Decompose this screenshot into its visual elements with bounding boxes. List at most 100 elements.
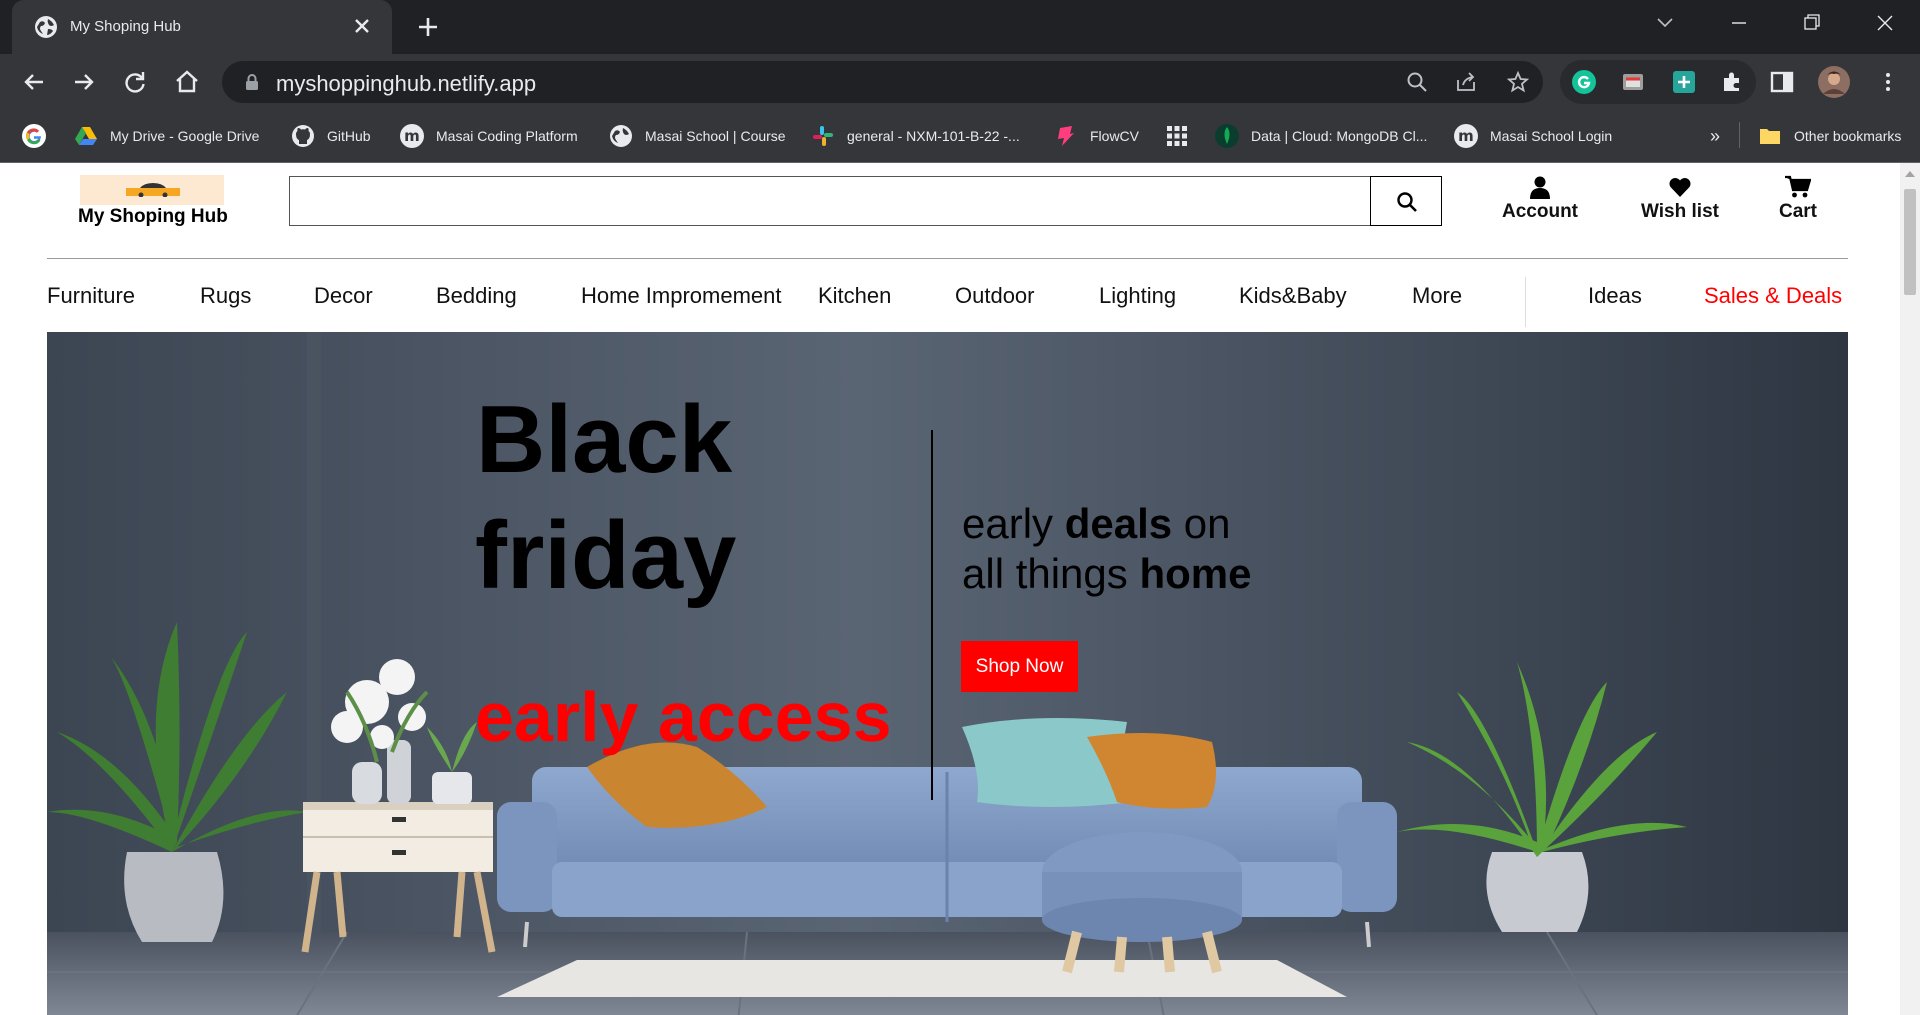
google-drive-icon (75, 127, 97, 145)
nav-sales-deals[interactable]: Sales & Deals (1704, 283, 1842, 309)
forward-icon[interactable] (68, 66, 100, 98)
zoom-search-icon[interactable] (1405, 70, 1429, 94)
avatar[interactable] (1818, 66, 1850, 98)
nav-bedding[interactable]: Bedding (436, 283, 517, 309)
share-icon[interactable] (1454, 70, 1478, 94)
hero-sub-text: early (962, 500, 1065, 547)
shop-now-button[interactable]: Shop Now (961, 641, 1078, 692)
extensions-group (1560, 60, 1756, 104)
nav-kitchen[interactable]: Kitchen (818, 283, 891, 309)
overflow-chevron-icon: » (1710, 125, 1721, 146)
bookmark-slack[interactable]: general - NXM-101-B-22 -... (811, 122, 1020, 150)
flowcv-icon (1058, 126, 1074, 146)
bookmark-label: Masai School Login (1490, 128, 1613, 144)
hero-living-room-image (47, 332, 1848, 1015)
nav-home-improvement[interactable]: Home Impromement (581, 283, 782, 309)
heart-icon (1669, 177, 1691, 197)
svg-text:m: m (404, 127, 420, 145)
bookmarks-overflow-button[interactable]: » (1710, 122, 1720, 150)
new-tab-icon[interactable] (412, 11, 444, 43)
github-icon (292, 125, 314, 147)
wishlist-label: Wish list (1641, 201, 1719, 222)
google-icon[interactable] (22, 122, 46, 150)
bookmark-mongodb[interactable]: Data | Cloud: MongoDB Cl... (1215, 122, 1427, 150)
hero-subtitle-line2: all things home (962, 549, 1251, 599)
nav-ideas[interactable]: Ideas (1588, 283, 1642, 309)
hero-sub-text: on (1172, 500, 1231, 547)
hero-banner: Black friday early access early deals on… (47, 332, 1848, 1015)
hero-early-access: early access (475, 678, 892, 756)
hero-subtitle: early deals on all things home (962, 499, 1251, 599)
bookmark-label: Data | Cloud: MongoDB Cl... (1251, 128, 1428, 144)
nav-lighting[interactable]: Lighting (1099, 283, 1176, 309)
scroll-up-icon[interactable] (1905, 171, 1915, 177)
bookmark-masai-login[interactable]: m Masai School Login (1454, 122, 1612, 150)
close-tab-icon[interactable] (348, 12, 376, 40)
minimize-icon[interactable] (1716, 8, 1762, 38)
back-icon[interactable] (18, 66, 50, 98)
cart-link[interactable]: Cart (1774, 175, 1822, 223)
menu-kebab-icon[interactable] (1876, 70, 1900, 94)
folder-icon (1760, 129, 1780, 144)
masai-icon: m (1454, 124, 1478, 148)
other-bookmarks[interactable]: Other bookmarks (1758, 122, 1901, 150)
brand-name[interactable]: My Shoping Hub (78, 206, 228, 228)
account-link[interactable]: Account (1502, 175, 1578, 223)
bookmark-label: general - NXM-101-B-22 -... (847, 128, 1020, 144)
bookmark-masai-coding[interactable]: m Masai Coding Platform (400, 122, 578, 150)
page-scrollbar[interactable] (1900, 163, 1920, 1015)
grammarly-icon[interactable] (1572, 70, 1596, 94)
nav-decor[interactable]: Decor (314, 283, 373, 309)
screenshot-extension-icon[interactable] (1621, 70, 1645, 94)
bookmark-label: Masai School | Course (645, 128, 786, 144)
bookmark-github[interactable]: GitHub (291, 122, 371, 150)
cart-icon (1785, 175, 1811, 198)
nav-rugs[interactable]: Rugs (200, 283, 251, 309)
cart-label: Cart (1778, 201, 1817, 222)
wishlist-link[interactable]: Wish list (1638, 175, 1722, 223)
active-tab[interactable]: My Shoping Hub (12, 0, 392, 54)
nav-more[interactable]: More (1412, 283, 1462, 309)
apps-grid-icon[interactable] (1165, 122, 1189, 150)
tab-title: My Shoping Hub (70, 18, 181, 35)
globe-icon (610, 125, 632, 147)
svg-text:m: m (1458, 127, 1474, 145)
home-icon[interactable] (171, 66, 203, 98)
bookmark-masai-course[interactable]: Masai School | Course (609, 122, 786, 150)
browser-chrome: My Shoping Hub myshoppinghub.netlify.app… (0, 0, 1920, 163)
bookmark-label: My Drive - Google Drive (110, 128, 260, 144)
bookmark-label: Masai Coding Platform (436, 128, 578, 144)
reload-icon[interactable] (119, 66, 151, 98)
bookmark-star-icon[interactable] (1506, 70, 1530, 94)
search-input[interactable] (289, 176, 1372, 226)
nav-outdoor[interactable]: Outdoor (955, 283, 1035, 309)
close-window-icon[interactable] (1862, 8, 1908, 38)
bookmark-flowcv[interactable]: FlowCV (1054, 122, 1139, 150)
extensions-puzzle-icon[interactable] (1720, 70, 1744, 94)
bookmark-google-drive[interactable]: My Drive - Google Drive (74, 122, 259, 150)
globe-icon (35, 16, 57, 38)
header-divider (47, 258, 1848, 259)
add-extension-icon[interactable] (1672, 70, 1696, 94)
hero-subtitle-line1: early deals on (962, 499, 1251, 549)
nav-kids-baby[interactable]: Kids&Baby (1239, 283, 1347, 309)
bookmark-label: FlowCV (1090, 128, 1140, 144)
bookmark-label: Other bookmarks (1794, 128, 1902, 144)
address-bar[interactable]: myshoppinghub.netlify.app (222, 61, 1543, 103)
tab-search-chevron-icon[interactable] (1642, 8, 1688, 38)
bookmark-label: GitHub (327, 128, 371, 144)
bookmarks-bar: My Drive - Google Drive GitHub m Masai C… (0, 110, 1920, 163)
hero-sub-text: all things (962, 550, 1140, 597)
lock-icon[interactable] (244, 73, 260, 91)
user-icon (1530, 176, 1550, 199)
search-button[interactable] (1370, 176, 1442, 226)
restore-icon[interactable] (1788, 8, 1834, 38)
scrollbar-thumb[interactable] (1904, 189, 1916, 295)
search-icon (1397, 192, 1417, 212)
site-logo[interactable] (80, 175, 224, 205)
nav-furniture[interactable]: Furniture (47, 283, 135, 309)
hero-sub-bold: deals (1064, 500, 1173, 547)
hero-divider (931, 430, 933, 800)
side-panel-icon[interactable] (1770, 70, 1794, 94)
car-logo-icon (126, 183, 180, 197)
